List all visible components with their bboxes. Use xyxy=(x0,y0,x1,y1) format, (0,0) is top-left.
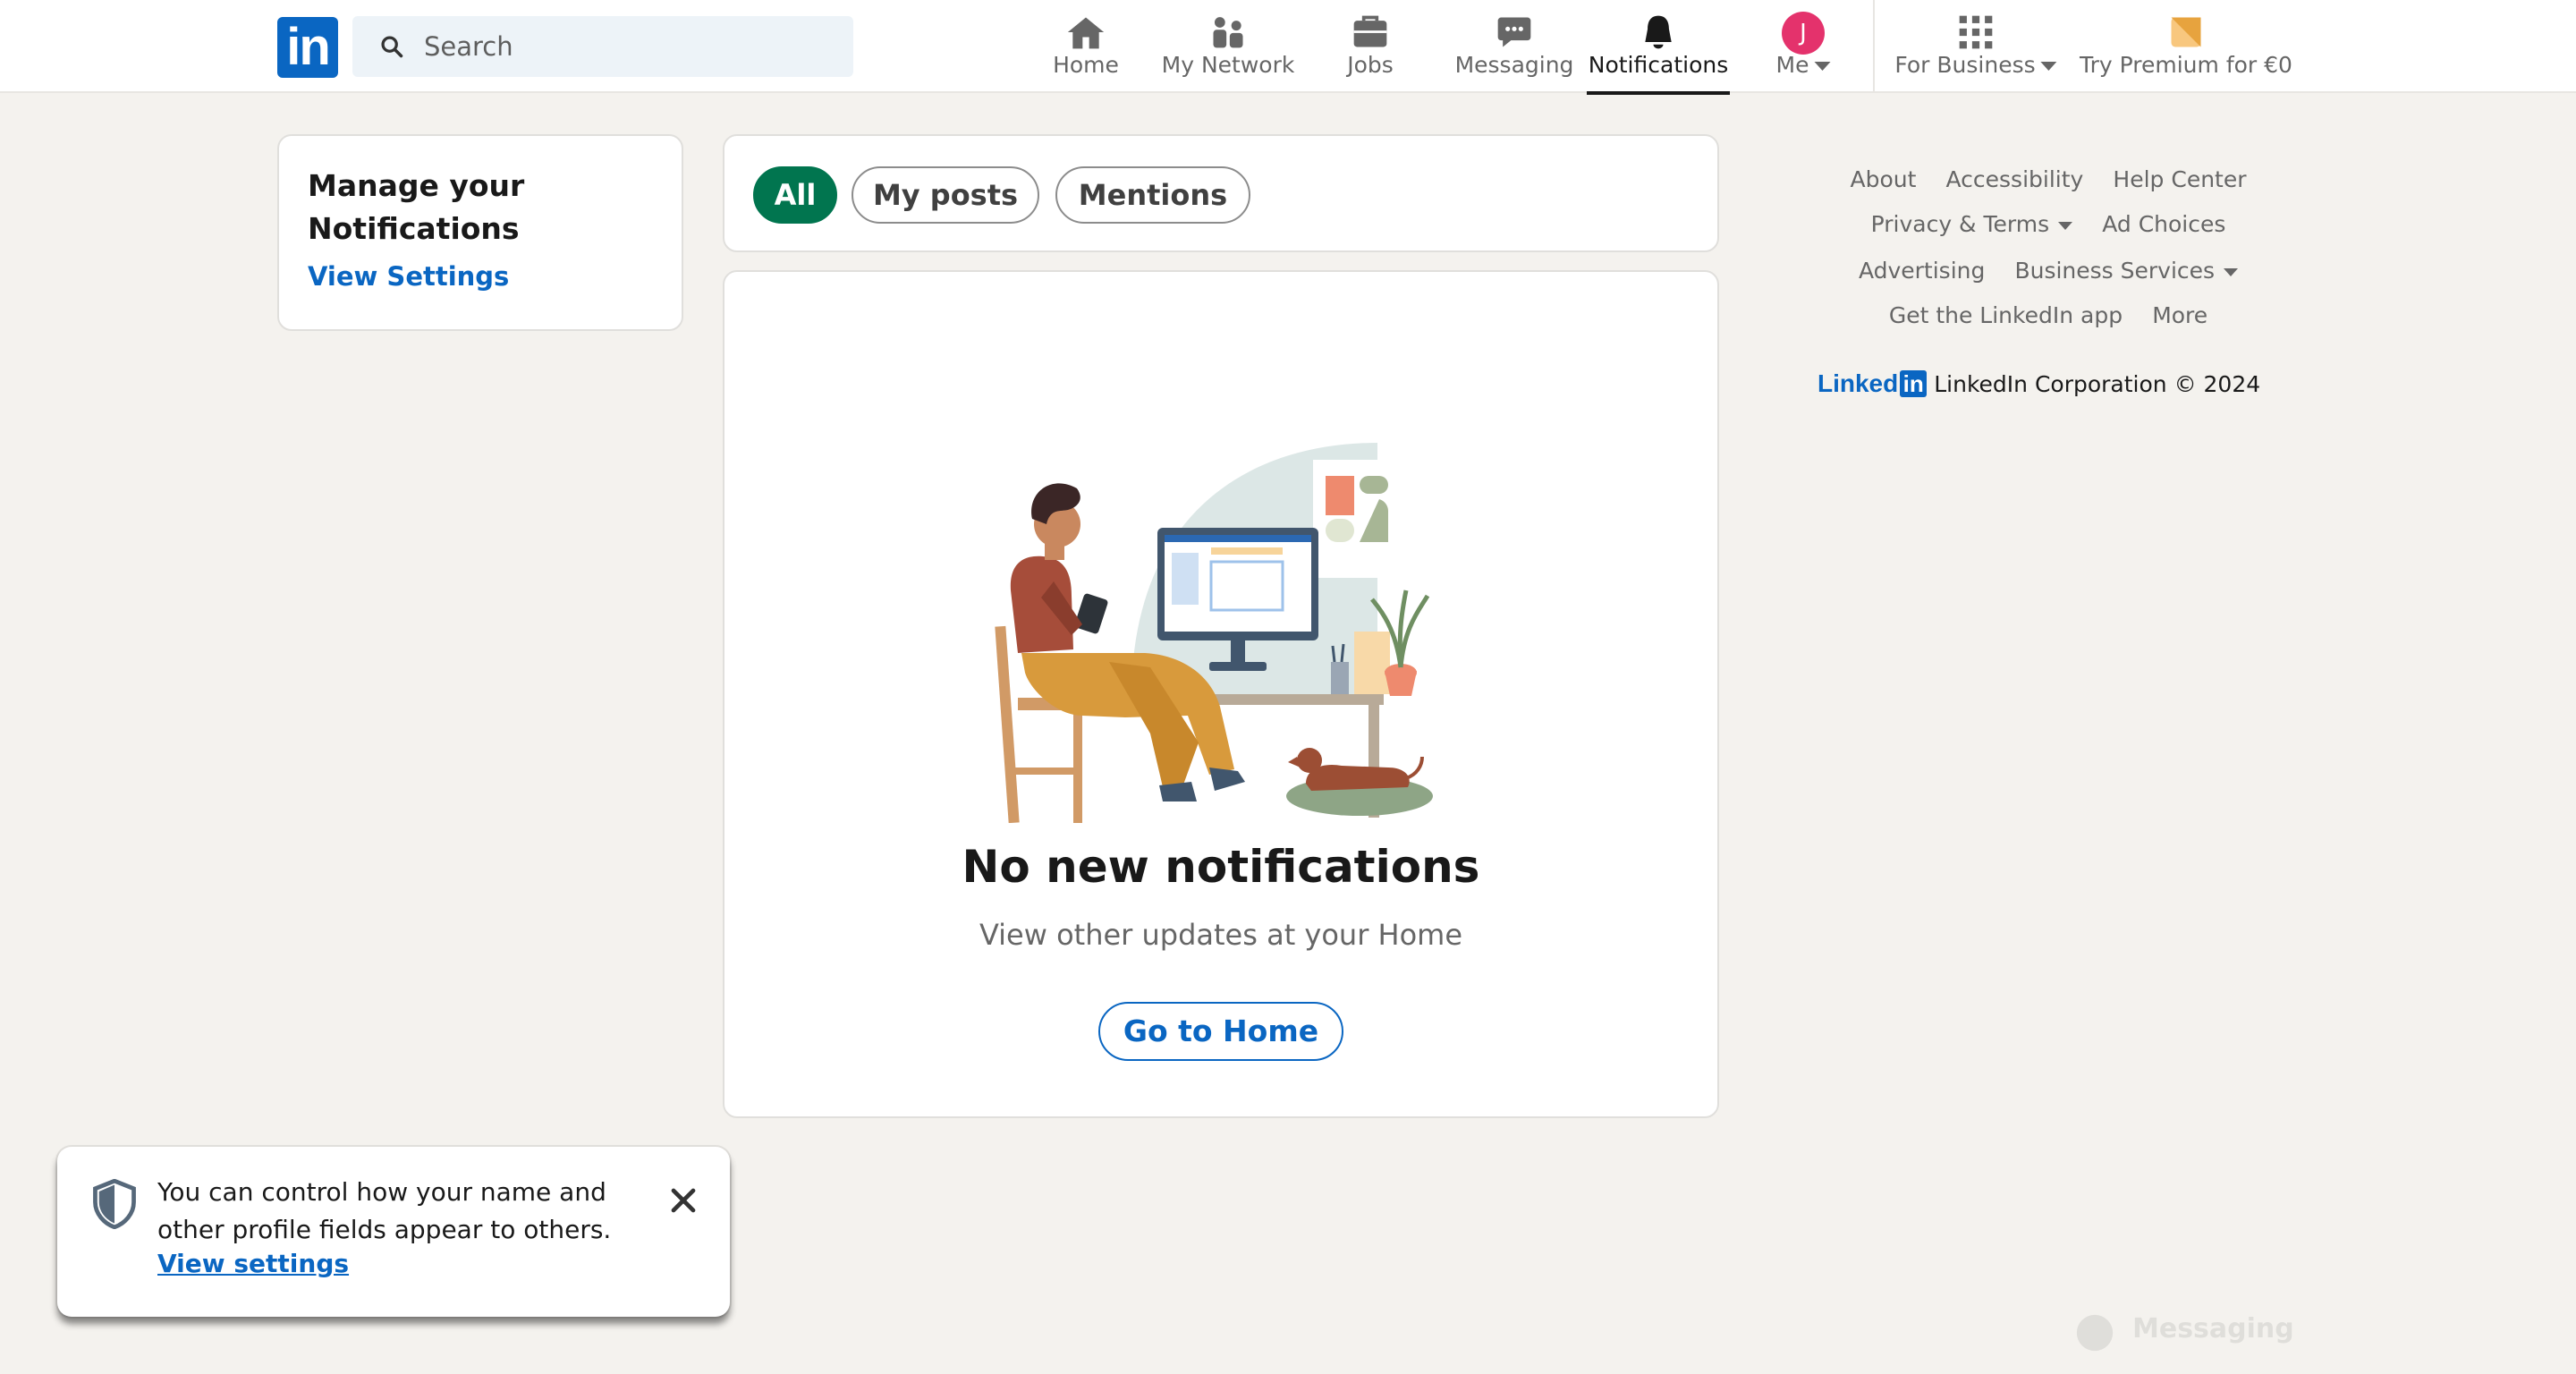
empty-notifications-illustration xyxy=(995,443,1433,823)
footer-privacy-terms[interactable]: Privacy & Terms xyxy=(1871,211,2073,237)
nav-try-premium-label: Try Premium for €0 xyxy=(2080,52,2292,78)
copyright-text: LinkedIn Corporation © 2024 xyxy=(1934,370,2261,397)
footer-business-services[interactable]: Business Services xyxy=(2014,258,2239,284)
nav-try-premium[interactable]: Try Premium for €0 xyxy=(2080,0,2292,93)
nav-for-business-label: For Business xyxy=(1894,52,2057,78)
search-icon xyxy=(381,36,403,58)
search-bar[interactable] xyxy=(352,16,853,77)
footer-help-center[interactable]: Help Center xyxy=(2113,166,2246,192)
messaging-overlay[interactable]: Messaging xyxy=(2075,1306,2540,1374)
toast-view-settings-link[interactable]: View settings xyxy=(157,1249,349,1278)
nav-home[interactable]: Home xyxy=(1048,0,1123,93)
nav-messaging[interactable]: Messaging xyxy=(1454,0,1574,93)
privacy-toast: You can control how your name and other … xyxy=(57,1147,730,1317)
footer-about[interactable]: About xyxy=(1850,166,1916,192)
avatar-icon xyxy=(2076,1314,2114,1352)
avatar: J xyxy=(1782,12,1825,55)
notifications-icon xyxy=(1645,15,1672,49)
chevron-down-icon xyxy=(2058,221,2073,230)
chevron-down-icon xyxy=(2224,267,2239,276)
nav-jobs[interactable]: Jobs xyxy=(1333,0,1408,93)
footer-more[interactable]: More xyxy=(2152,302,2207,328)
footer-get-app[interactable]: Get the LinkedIn app xyxy=(1889,302,2123,328)
manage-notifications-card: Manage your Notifications View Settings xyxy=(277,134,683,331)
nav-me[interactable]: J Me xyxy=(1758,0,1848,93)
filter-mentions[interactable]: Mentions xyxy=(1055,166,1250,224)
empty-state-subtitle: View other updates at your Home xyxy=(979,918,1463,952)
view-settings-link[interactable]: View Settings xyxy=(308,261,509,292)
chevron-down-icon xyxy=(1814,62,1831,71)
footer-advertising[interactable]: Advertising xyxy=(1859,258,1985,284)
home-icon xyxy=(1067,17,1105,49)
notification-filters: All My posts Mentions xyxy=(723,134,1719,252)
search-input[interactable] xyxy=(424,16,844,77)
nav-me-label: Me xyxy=(1776,52,1831,78)
nav-notifications[interactable]: Notifications xyxy=(1587,0,1730,95)
grid-icon xyxy=(1959,15,1993,49)
footer-ad-choices[interactable]: Ad Choices xyxy=(2102,211,2225,237)
chevron-down-icon xyxy=(2040,62,2057,71)
toast-message: You can control how your name and other … xyxy=(157,1177,612,1244)
nav-jobs-label: Jobs xyxy=(1347,52,1394,78)
nav-notifications-label: Notifications xyxy=(1588,52,1729,78)
shield-icon xyxy=(93,1179,136,1229)
empty-state-title: No new notifications xyxy=(962,841,1480,893)
messaging-overlay-label: Messaging xyxy=(2132,1313,2294,1344)
footer-linkedin-logo: Linked xyxy=(1818,369,1899,397)
footer-copyright: Linked in LinkedIn Corporation © 2024 xyxy=(1818,369,2260,399)
nav-messaging-label: Messaging xyxy=(1454,52,1574,78)
close-icon[interactable] xyxy=(664,1181,703,1220)
filter-my-posts[interactable]: My posts xyxy=(852,166,1039,224)
linkedin-logo[interactable]: in xyxy=(277,17,338,78)
filter-all[interactable]: All xyxy=(753,166,837,224)
go-to-home-button[interactable]: Go to Home xyxy=(1098,1002,1343,1061)
global-nav: in Home My Network Jobs xyxy=(0,0,2576,95)
footer-linkedin-logo-box: in xyxy=(1900,370,1928,397)
premium-icon xyxy=(2171,17,2201,47)
manage-notifications-title: Manage your Notifications xyxy=(308,168,525,246)
nav-home-label: Home xyxy=(1053,52,1119,78)
footer-accessibility[interactable]: Accessibility xyxy=(1945,166,2083,192)
my-network-icon xyxy=(1213,17,1243,48)
nav-for-business[interactable]: For Business xyxy=(1893,0,2059,93)
messaging-icon xyxy=(1497,17,1531,47)
jobs-icon xyxy=(1353,15,1387,47)
nav-divider xyxy=(1873,0,1875,93)
notifications-empty-state: No new notifications View other updates … xyxy=(723,270,1719,1118)
nav-my-network[interactable]: My Network xyxy=(1154,0,1302,93)
nav-my-network-label: My Network xyxy=(1161,52,1295,78)
